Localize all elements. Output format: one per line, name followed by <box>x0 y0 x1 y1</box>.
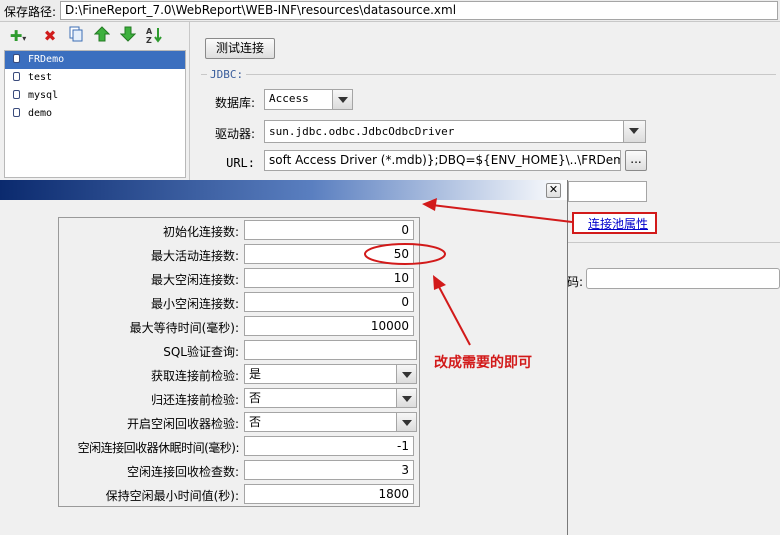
row-label: 获取连接前检验: <box>150 369 239 383</box>
eviction-tests-input[interactable]: 3 <box>244 460 414 480</box>
form-row: 最大活动连接数: 50 <box>59 242 419 266</box>
separator <box>567 242 780 243</box>
move-down-icon[interactable] <box>118 26 138 46</box>
max-active-input[interactable]: 50 <box>244 244 414 264</box>
select-value: 否 <box>249 415 262 429</box>
row-label: 最大空闲连接数: <box>150 273 239 287</box>
url-label: URL: <box>226 156 255 170</box>
row-label: 归还连接前检验: <box>150 393 239 407</box>
form-row: 开启空闲回收器检验: 否 <box>59 410 419 434</box>
tree-item-demo[interactable]: demo <box>13 105 52 123</box>
password-input[interactable] <box>586 268 780 289</box>
database-select[interactable]: Access <box>264 89 353 110</box>
tree-list: FRDemo test mysql demo <box>4 50 186 178</box>
row-label: 最大等待时间(毫秒): <box>129 321 239 335</box>
form-row: 空闲连接回收检查数: 3 <box>59 458 419 482</box>
chevron-down-icon[interactable] <box>396 413 416 431</box>
copy-icon[interactable] <box>66 26 86 46</box>
row-label: 最小空闲连接数: <box>150 297 239 311</box>
chevron-down-icon[interactable] <box>396 389 416 407</box>
database-icon <box>13 90 20 99</box>
browse-button[interactable]: ... <box>625 150 647 171</box>
dialog-titlebar <box>0 180 567 200</box>
form-row: 归还连接前检验: 否 <box>59 386 419 410</box>
path-bar: 保存路径: D:\FineReport_7.0\WebReport\WEB-IN… <box>0 0 780 22</box>
form-row: 空闲连接回收器休眠时间(毫秒): -1 <box>59 434 419 458</box>
tree-item-label: test <box>28 72 53 83</box>
test-on-return-select[interactable]: 否 <box>244 388 417 408</box>
close-icon: ✕ <box>548 183 559 196</box>
row-label: 最大活动连接数: <box>150 249 239 263</box>
path-label: 保存路径: <box>4 5 57 19</box>
tree-item-label: demo <box>28 108 53 119</box>
move-up-icon[interactable] <box>92 26 112 46</box>
tree-item-mysql[interactable]: mysql <box>13 87 58 105</box>
row-label: 空闲连接回收检查数: <box>126 465 239 479</box>
tree-item-frdemo[interactable]: FRDemo <box>13 51 64 69</box>
test-while-idle-select[interactable]: 否 <box>244 412 417 432</box>
database-icon <box>13 54 20 63</box>
chevron-down-icon[interactable] <box>332 90 352 109</box>
add-icon[interactable]: ✚▾ <box>8 26 28 46</box>
max-wait-input[interactable]: 10000 <box>244 316 414 336</box>
row-label: 保持空闲最小时间值(秒): <box>105 489 239 503</box>
form-row: 最大空闲连接数: 10 <box>59 266 419 290</box>
test-connection-button[interactable]: 测试连接 <box>205 38 275 59</box>
row-label: 开启空闲回收器检验: <box>126 417 239 431</box>
eviction-sleep-input[interactable]: -1 <box>244 436 414 456</box>
path-field[interactable]: D:\FineReport_7.0\WebReport\WEB-INF\reso… <box>60 1 778 20</box>
min-evictable-idle-input[interactable]: 1800 <box>244 484 414 504</box>
select-value: 是 <box>249 367 262 381</box>
initial-connections-input[interactable]: 0 <box>244 220 414 240</box>
svg-text:A: A <box>146 27 153 36</box>
form-row: 最小空闲连接数: 0 <box>59 290 419 314</box>
chevron-down-icon[interactable] <box>396 365 416 383</box>
driver-value: sun.jdbc.odbc.JdbcOdbcDriver <box>269 125 455 138</box>
row-label: SQL验证查询: <box>163 345 239 359</box>
form-row: 初始化连接数: 0 <box>59 218 419 242</box>
max-idle-input[interactable]: 10 <box>244 268 414 288</box>
tree-item-label: FRDemo <box>28 54 65 65</box>
database-icon <box>13 72 20 81</box>
tree-item-test[interactable]: test <box>13 69 52 87</box>
select-value: 否 <box>249 391 262 405</box>
username-input[interactable] <box>568 181 647 202</box>
form-row: 获取连接前检验: 是 <box>59 362 419 386</box>
database-icon <box>13 108 20 117</box>
jdbc-group-title: JDBC: <box>207 68 247 81</box>
jdbc-group-line <box>201 74 776 75</box>
form-row: 最大等待时间(毫秒): 10000 <box>59 314 419 338</box>
row-label: 初始化连接数: <box>162 225 239 239</box>
driver-select[interactable]: sun.jdbc.odbc.JdbcOdbcDriver <box>264 120 646 143</box>
connection-pool-link[interactable]: 连接池属性 <box>588 215 648 232</box>
tree-item-label: mysql <box>28 90 59 101</box>
form-row: 保持空闲最小时间值(秒): 1800 <box>59 482 419 506</box>
left-panel: ✚▾ ✖ AZ FRDemo test mysql demo <box>0 22 190 180</box>
driver-label: 驱动器: <box>214 127 255 141</box>
row-label: 空闲连接回收器休眠时间(毫秒): <box>77 441 240 455</box>
delete-icon[interactable]: ✖ <box>40 26 60 46</box>
sql-validation-input[interactable] <box>244 340 417 360</box>
test-on-borrow-select[interactable]: 是 <box>244 364 417 384</box>
close-button[interactable]: ✕ <box>546 183 561 198</box>
database-label: 数据库: <box>214 96 255 110</box>
annotation-text: 改成需要的即可 <box>434 355 532 371</box>
min-idle-input[interactable]: 0 <box>244 292 414 312</box>
form-row: SQL验证查询: <box>59 338 419 362</box>
dialog-form: 初始化连接数: 0 最大活动连接数: 50 最大空闲连接数: 10 最小空闲连接… <box>58 217 420 507</box>
url-input[interactable]: soft Access Driver (*.mdb)};DBQ=${ENV_HO… <box>264 150 621 171</box>
chevron-down-icon[interactable] <box>623 121 645 142</box>
sort-icon[interactable]: AZ <box>144 26 164 46</box>
svg-text:Z: Z <box>146 36 152 44</box>
password-label: 码: <box>567 275 584 289</box>
database-value: Access <box>269 92 309 105</box>
